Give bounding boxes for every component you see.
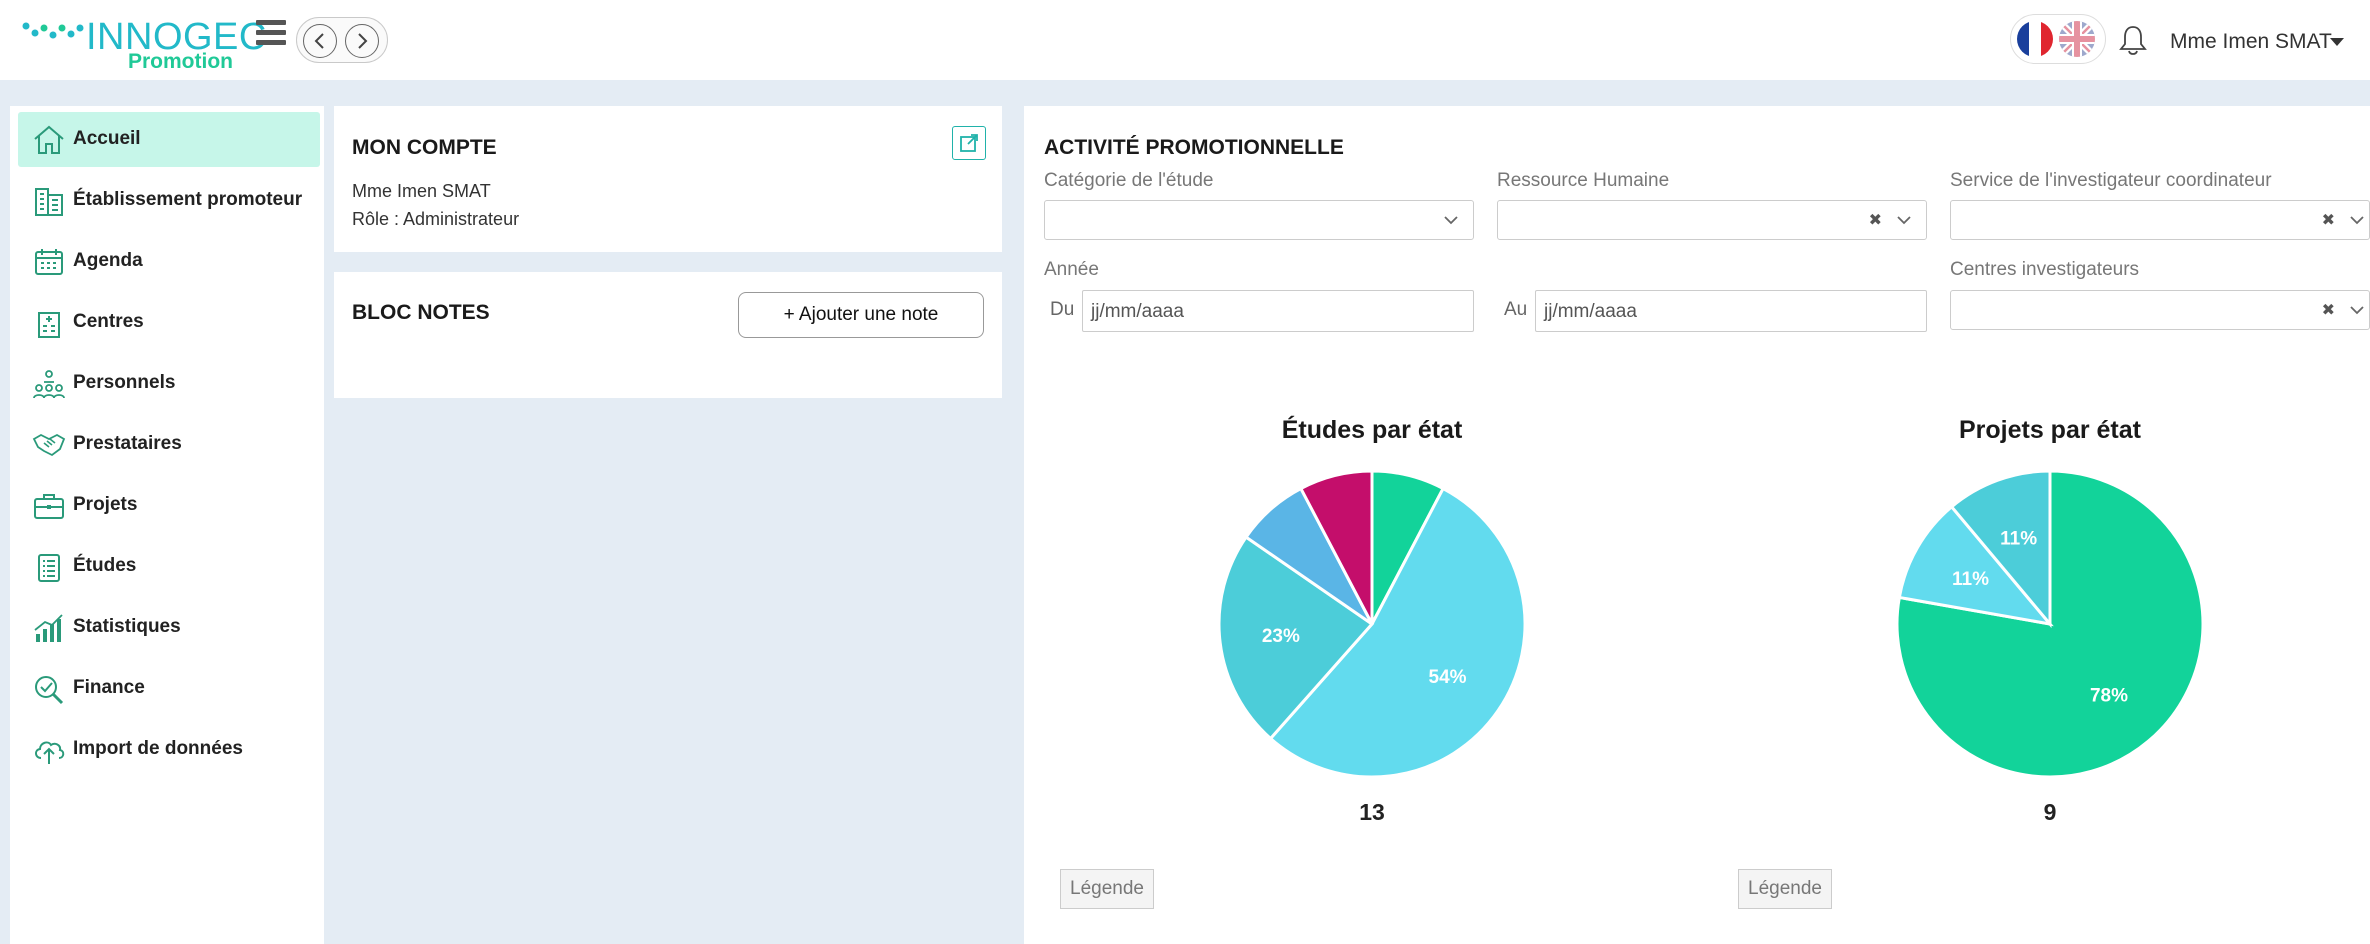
user-name-menu[interactable]: Mme Imen SMAT	[2170, 30, 2332, 54]
category-filter-label: Catégorie de l'étude	[1044, 170, 1214, 191]
top-bar: INNOGEC Promotion Mme Imen SMAT	[0, 0, 2370, 80]
french-flag-icon[interactable]	[2017, 21, 2053, 57]
activity-title: ACTIVITÉ PROMOTIONNELLE	[1044, 136, 1344, 159]
forward-arrow-icon[interactable]	[345, 24, 379, 58]
cloud-upload-icon	[35, 741, 65, 764]
studies-chart-title: Études par état	[1281, 416, 1463, 444]
projects-pie-chart: 78% 11% 11%	[1895, 469, 2205, 779]
history-nav	[296, 17, 388, 63]
account-card	[334, 106, 1002, 252]
studies-legend-button[interactable]: Légende	[1060, 869, 1154, 909]
sidebar-item-label: Personnels	[73, 372, 176, 393]
sidebar-item-label: Études	[73, 555, 137, 576]
sidebar-item-prestataires[interactable]: Prestataires	[18, 417, 320, 472]
sidebar-item-label: Import de données	[73, 738, 243, 759]
hr-select[interactable]: ✖	[1497, 200, 1927, 240]
pie-slice-label: 54%	[1429, 667, 1467, 688]
sidebar-item-import[interactable]: Import de données	[18, 722, 320, 777]
account-role: Rôle : Administrateur	[352, 209, 520, 229]
sidebar-item-label: Centres	[73, 311, 144, 332]
sidebar-item-etudes[interactable]: Études	[18, 539, 320, 594]
pie-slice-label: 11%	[2000, 529, 2037, 550]
sidebar-item-label: Statistiques	[73, 616, 181, 637]
date-from-input[interactable]: jj/mm/aaaa	[1082, 290, 1474, 332]
service-filter-label: Service de l'investigateur coordinateur	[1950, 170, 2272, 191]
add-note-button[interactable]: + Ajouter une note	[738, 292, 984, 338]
centers-select[interactable]: ✖	[1950, 290, 2370, 330]
hospital-icon	[38, 312, 60, 338]
back-arrow-icon[interactable]	[303, 24, 337, 58]
account-title: MON COMPTE	[352, 136, 497, 159]
sidebar-item-label: Prestataires	[73, 433, 182, 454]
category-select[interactable]	[1044, 200, 1474, 240]
hr-filter-label: Ressource Humaine	[1497, 170, 1670, 191]
sidebar-item-accueil[interactable]: Accueil	[18, 112, 320, 167]
projects-legend-button[interactable]: Légende	[1738, 869, 1832, 909]
sidebar-item-label: Finance	[73, 677, 145, 698]
projects-total: 9	[2043, 799, 2057, 825]
sidebar-item-personnels[interactable]: Personnels	[18, 356, 320, 411]
centers-filter-label: Centres investigateurs	[1950, 259, 2140, 280]
external-link-icon[interactable]	[952, 126, 986, 160]
pie-slice-label: 78%	[2090, 685, 2128, 706]
chevron-down-icon	[1444, 216, 1458, 225]
sidebar-item-label: Établissement promoteur	[73, 189, 303, 210]
account-name: Mme Imen SMAT	[352, 181, 491, 201]
sidebar-item-etablissement[interactable]: Établissement promoteur	[18, 173, 320, 228]
sidebar-item-statistiques[interactable]: Statistiques	[18, 600, 320, 655]
notification-bell-icon[interactable]	[2118, 24, 2148, 56]
clear-icon[interactable]: ✖	[1869, 210, 1882, 230]
sidebar-item-label: Projets	[73, 494, 138, 515]
calendar-icon	[35, 249, 63, 275]
sidebar-item-finance[interactable]: Finance	[18, 661, 320, 716]
clipboard-icon	[38, 554, 60, 582]
sidebar-item-projets[interactable]: Projets	[18, 478, 320, 533]
date-to-input[interactable]: jj/mm/aaaa	[1535, 290, 1927, 332]
menu-toggle-icon[interactable]	[256, 20, 286, 50]
building-icon	[35, 188, 63, 216]
chevron-down-icon	[2350, 216, 2364, 225]
date-from-label: Du	[1050, 299, 1075, 320]
pie-slice-label: 11%	[1952, 569, 1989, 590]
people-icon	[33, 370, 65, 399]
chevron-down-icon	[1897, 216, 1911, 225]
service-select[interactable]: ✖	[1950, 200, 2370, 240]
chart-icon	[34, 614, 63, 642]
handshake-icon	[32, 433, 66, 457]
briefcase-icon	[34, 494, 64, 519]
studies-total: 13	[1359, 799, 1385, 825]
studies-pie-chart: 54% 23%	[1217, 469, 1527, 779]
home-icon	[34, 125, 64, 154]
logo-dots-icon	[22, 22, 84, 39]
sidebar: Accueil Établissement promoteur Agenda C…	[10, 106, 324, 944]
language-switcher	[2010, 14, 2106, 64]
chevron-down-icon	[2350, 306, 2364, 315]
year-filter-label: Année	[1044, 259, 1099, 280]
projects-chart-title: Projets par état	[1958, 416, 2141, 444]
pie-slice-label: 23%	[1262, 626, 1300, 647]
uk-flag-icon[interactable]	[2059, 21, 2095, 57]
notes-title: BLOC NOTES	[352, 301, 490, 324]
sidebar-item-label: Accueil	[73, 128, 141, 149]
sidebar-item-label: Agenda	[73, 250, 143, 271]
user-dropdown-caret-icon[interactable]	[2330, 38, 2344, 46]
clear-icon[interactable]: ✖	[2322, 210, 2335, 230]
sidebar-item-agenda[interactable]: Agenda	[18, 234, 320, 289]
date-to-label: Au	[1504, 299, 1528, 320]
clear-icon[interactable]: ✖	[2322, 300, 2335, 320]
finance-icon	[35, 676, 64, 705]
logo-subtitle: Promotion	[128, 50, 233, 73]
sidebar-item-centres[interactable]: Centres	[18, 295, 320, 350]
